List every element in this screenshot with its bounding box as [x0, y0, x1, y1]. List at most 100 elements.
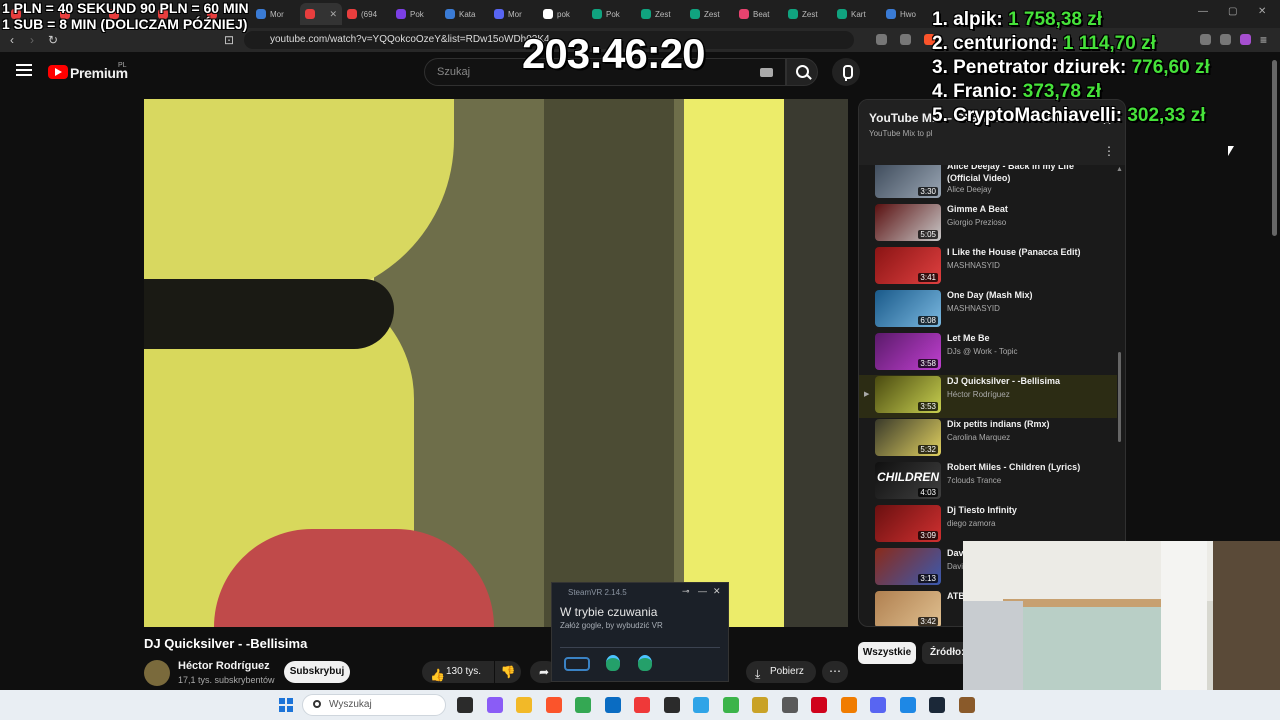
wallet-icon[interactable] [1220, 34, 1231, 45]
download-button[interactable]: ⤓ Pobierz [746, 661, 816, 683]
more-actions-button[interactable]: ⋯ [822, 661, 848, 683]
playlist-item[interactable]: 3:58 Let Me Be DJs @ Work - Topic [859, 332, 1117, 375]
playlist-thumbnail[interactable]: 5:32 [875, 419, 941, 456]
obs-icon[interactable] [663, 697, 680, 713]
store-icon[interactable] [604, 697, 621, 713]
playlist-item[interactable]: 6:08 One Day (Mash Mix) MASHNASYID [859, 289, 1117, 332]
close-window-icon[interactable]: ✕ [1258, 6, 1266, 17]
playlist-item[interactable]: 3:41 I Like the House (Panacca Edit) MASHN… [859, 246, 1117, 289]
playlist-item[interactable]: 5:05 Gimme A Beat Giorgio Prezioso [859, 203, 1117, 246]
tab-label: pok [557, 9, 570, 19]
thumbnail-text: CHILDREN [877, 470, 939, 484]
playlist-thumbnail[interactable]: 3:13 [875, 548, 941, 585]
browser-tab[interactable]: Beat [734, 3, 783, 25]
app-brown-icon[interactable] [958, 697, 975, 713]
donor-name: 5. CryptoMachiavelli: [932, 105, 1123, 126]
vpn-icon[interactable] [1240, 34, 1251, 45]
reload-icon[interactable]: ↻ [48, 33, 58, 47]
task-view-icon[interactable] [457, 697, 473, 713]
channel-name[interactable]: Héctor Rodríguez [178, 660, 270, 672]
playlist-scrollbar[interactable] [1118, 352, 1121, 442]
scroll-up-icon[interactable]: ▲ [1116, 166, 1123, 173]
donor-entry: 5. CryptoMachiavelli: 302,33 zł [932, 104, 1210, 128]
playlist-item[interactable]: 5:32 Dix petits indians (Rmx) Carolina Mar… [859, 418, 1117, 461]
app-red-icon[interactable] [811, 697, 827, 713]
playlist-thumbnail[interactable]: 5:05 [875, 204, 941, 241]
forward-icon[interactable]: › [30, 33, 34, 47]
playlist-item[interactable]: CHILDREN 4:03 Robert Miles - Children (Lyr… [859, 461, 1117, 504]
playlist-thumbnail[interactable]: 3:42 [875, 591, 941, 626]
playlist-thumbnail[interactable]: 3:58 [875, 333, 941, 370]
browser-tab[interactable]: (694 [342, 3, 391, 25]
dislike-button[interactable]: 👎 [495, 661, 521, 683]
back-icon[interactable]: ‹ [10, 33, 14, 47]
winamp-icon[interactable] [752, 697, 768, 713]
brave-icon[interactable] [545, 697, 562, 713]
filter-chip-all[interactable]: Wszystkie [858, 642, 916, 664]
browser-tab[interactable]: ✕ [300, 3, 342, 25]
close-icon[interactable]: ✕ [713, 586, 721, 597]
tab-favicon-icon [494, 9, 504, 19]
playlist-thumbnail[interactable]: 3:53 [875, 376, 941, 413]
keyboard-icon[interactable] [760, 68, 773, 77]
notepad-icon[interactable] [693, 697, 709, 713]
bookmark-icon[interactable]: ⊡ [224, 33, 234, 47]
tab-favicon-icon [837, 9, 847, 19]
taskbar-search-input[interactable]: Wyszukaj [302, 694, 446, 716]
playlist-menu-icon[interactable]: ⋮ [1103, 144, 1115, 158]
maximize-window-icon[interactable]: ▢ [1228, 6, 1237, 17]
calculator-icon[interactable] [781, 697, 798, 713]
donor-amount: 302,33 zł [1127, 105, 1206, 126]
like-button[interactable]: 👍 130 tys. [422, 661, 494, 683]
close-tab-icon[interactable]: ✕ [329, 9, 337, 20]
browser-tab[interactable]: Kata [440, 3, 489, 25]
browser-tab[interactable]: Pok [587, 3, 636, 25]
cast-icon[interactable] [876, 34, 887, 45]
playlist-item[interactable]: 3:30 Alice Deejay - Back in my Life (Offi… [859, 160, 1117, 203]
steamvr-window: SteamVR 2.14.5 ⊸ — ✕ W trybie czuwania Z… [551, 582, 729, 682]
browser-tab[interactable]: Mor [251, 3, 300, 25]
playlist-thumbnail[interactable]: 6:08 [875, 290, 941, 327]
hamburger-menu-icon[interactable] [16, 64, 32, 76]
playlist-thumbnail[interactable]: 3:09 [875, 505, 941, 542]
discord-icon[interactable] [870, 697, 886, 713]
vivaldi-icon[interactable] [634, 697, 650, 713]
playlist-thumbnail[interactable]: CHILDREN 4:03 [875, 462, 941, 499]
browser-tab[interactable]: Hwo [881, 3, 930, 25]
browser-tab[interactable]: pok [538, 3, 587, 25]
playlist-item[interactable]: ▶ 3:53 DJ Quicksilver - -Bellisima Héctor R… [859, 375, 1117, 418]
app-green-icon[interactable] [722, 697, 739, 713]
app-orange-icon[interactable] [840, 697, 857, 713]
playlist-thumbnail[interactable]: 3:41 [875, 247, 941, 284]
browser-tab[interactable]: Zest [685, 3, 734, 25]
search-button[interactable] [786, 58, 818, 86]
minimize-icon[interactable]: — [698, 586, 707, 596]
browser-tab[interactable]: Kart [832, 3, 881, 25]
copilot-icon[interactable] [486, 697, 503, 713]
steam-icon[interactable] [929, 697, 945, 713]
file-explorer-icon[interactable] [516, 697, 532, 713]
windows-start-icon[interactable] [279, 698, 293, 712]
chrome-icon[interactable] [575, 697, 591, 713]
browser-tab[interactable]: Pok [391, 3, 440, 25]
channel-avatar[interactable] [144, 660, 170, 686]
divider [560, 647, 720, 648]
browser-tab[interactable]: Mor [489, 3, 538, 25]
app-blue-icon[interactable] [899, 697, 916, 713]
duration-badge: 3:53 [918, 402, 938, 411]
donor-name: 4. Franio: [932, 81, 1018, 102]
video-player[interactable] [144, 99, 848, 627]
subscribe-button[interactable]: Subskrybuj [284, 661, 350, 683]
pin-icon[interactable]: ⊸ [682, 586, 690, 597]
browser-tab[interactable]: Zest [636, 3, 685, 25]
voice-search-button[interactable] [832, 58, 860, 86]
page-scrollbar[interactable] [1272, 60, 1277, 236]
donor-name: 1. alpik: [932, 9, 1003, 30]
tab-favicon-icon [788, 9, 798, 19]
youtube-logo[interactable] [48, 65, 68, 79]
browser-tab[interactable]: Zest [783, 3, 832, 25]
browser-menu-icon[interactable]: ≡ [1260, 33, 1267, 47]
playlist-thumbnail[interactable]: 3:30 [875, 161, 941, 198]
share-page-icon[interactable] [900, 34, 911, 45]
playlist-item-channel: 7clouds Trance [947, 476, 1002, 485]
